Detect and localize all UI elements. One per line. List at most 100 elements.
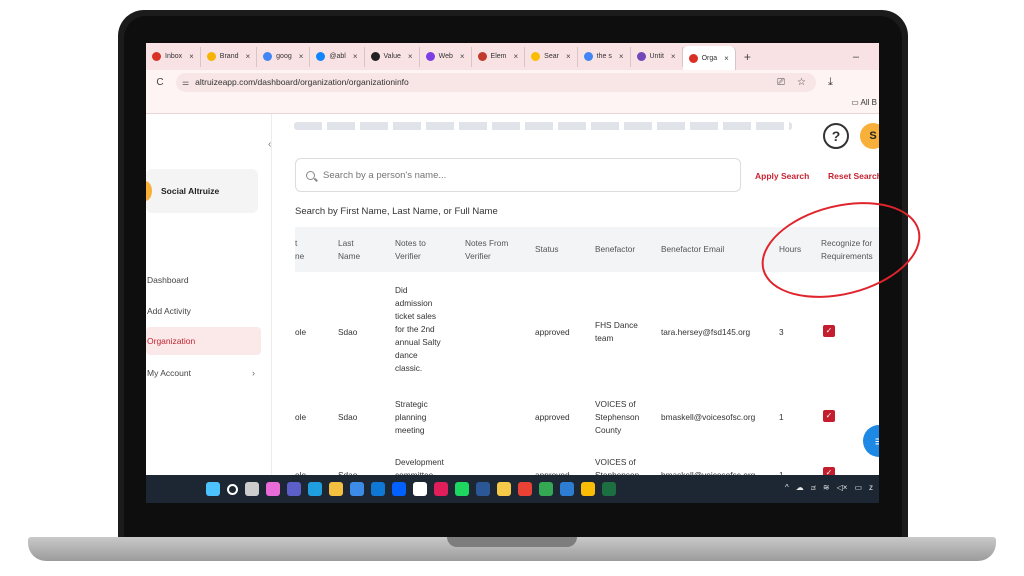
tab-label: Inbox [165,53,183,60]
close-tab-icon[interactable]: × [460,52,465,61]
recognize-checkbox[interactable]: ✓ [823,325,835,337]
search-input[interactable] [323,169,703,181]
taskbar: ^ ☁ ಡ ≋ ◁× ▭ z [146,475,879,503]
form-icon [636,52,646,61]
tray-item[interactable]: ◁× [837,483,848,493]
excel-icon[interactable] [602,482,616,496]
tray-item[interactable]: ^ [785,483,789,493]
menu-fab-button[interactable]: ≡ [863,425,879,457]
org-card[interactable]: Social Altruize [146,169,258,213]
close-tab-icon[interactable]: × [245,52,250,61]
tab-3[interactable]: @abl × [310,46,365,67]
close-tab-icon[interactable]: × [619,52,624,61]
cell-hours: 3 [779,327,784,337]
th-notes-to-verifier: Notes to Verifier [395,237,426,261]
bookmark-star-icon[interactable]: ☆ [797,77,806,88]
tab-label: the s [596,53,612,60]
help-icon[interactable]: ? [823,123,849,149]
close-tab-icon[interactable]: × [566,52,571,61]
tab-1[interactable]: Brand × [201,46,258,67]
cell-last-name: Sdao [338,327,358,337]
google-icon [583,52,593,61]
close-tab-icon[interactable]: × [514,52,519,61]
sticky-icon[interactable] [497,482,511,496]
teams-icon[interactable] [287,482,301,496]
recognize-checkbox[interactable]: ✓ [823,410,835,422]
avatar[interactable]: S [860,123,879,149]
tab-label: Elem [490,53,507,60]
apply-search-button[interactable]: Apply Search [755,171,809,181]
close-tab-icon[interactable]: × [299,52,304,61]
close-tab-icon[interactable]: × [408,52,413,61]
sidebar-item-add-activity[interactable]: Add Activity [146,297,261,325]
tab-8[interactable]: the s × [578,46,631,67]
value-icon [370,52,380,61]
tab-9[interactable]: Untit × [631,46,683,67]
search-box[interactable] [295,158,741,192]
search-icon[interactable] [227,483,238,495]
tab-6[interactable]: Elem × [472,46,526,67]
copilot-icon[interactable] [266,482,280,496]
search-icon [306,170,315,180]
cell-notes-to-verifier: Did admission ticket sales for the 2nd a… [395,285,441,373]
laptop-notch [447,537,577,547]
new-tab-button[interactable]: + [736,50,759,64]
taskview-icon[interactable] [245,482,259,496]
close-tab-icon[interactable]: × [724,54,729,63]
tray-item[interactable]: ▭ [854,483,862,493]
site-info-icon[interactable]: ⚌ [182,78,189,87]
chevron-right-icon: › [252,368,255,378]
download-icon[interactable]: ⤓ [828,76,833,89]
spotify-icon[interactable] [455,482,469,496]
app: ‹ Social Altruize Dashboard Add Activity… [146,114,879,480]
explorer-icon[interactable] [329,482,343,496]
chrome-icon[interactable] [581,482,595,496]
all-bookmarks-button[interactable]: ▭ All B [851,98,877,107]
cast-icon[interactable]: ⎚ [777,77,785,88]
cell-benefactor: FHS Dance team [595,320,638,343]
tab-4[interactable]: Value × [365,46,420,67]
tab-2[interactable]: goog × [257,46,311,67]
edge-icon[interactable] [308,482,322,496]
outlook-icon[interactable] [371,482,385,496]
address-bar[interactable]: ⚌ altruizeapp.com/dashboard/organization… [176,72,816,92]
sidebar-item-dashboard[interactable]: Dashboard [146,266,261,294]
reload-icon[interactable]: C [150,77,170,88]
sidebar-item-organization[interactable]: Organization [146,327,261,355]
tab-10[interactable]: Orga × [682,46,736,70]
reset-search-button[interactable]: Reset Search [828,171,879,181]
close-tab-icon[interactable]: × [189,52,194,61]
chrome-icon[interactable] [539,482,553,496]
tray-item[interactable]: ಡ [811,483,816,493]
tray-item[interactable]: ≋ [823,483,830,493]
th-first-name: t ne [295,237,305,261]
cell-email: bmaskell@voicesofsc.org [661,412,756,422]
collapse-sidebar-icon[interactable]: ‹ [268,139,271,150]
th-benefactor-email: Benefactor Email [661,244,725,254]
tab-0[interactable]: Inbox × [146,46,201,67]
word-icon[interactable] [476,482,490,496]
pin-icon [688,53,698,63]
slack-icon[interactable] [434,482,448,496]
store-icon[interactable] [350,482,364,496]
tab-label: goog [276,53,292,60]
windows-icon[interactable] [206,482,220,496]
tab-5[interactable]: Web × [420,46,472,67]
blurred-description [294,122,792,130]
bookmarks-bar: ▭ All B [146,94,879,114]
cell-status: approved [535,327,570,337]
lightning-icon[interactable] [413,482,427,496]
web-icon [425,52,435,61]
dropbox-icon[interactable] [392,482,406,496]
minimize-button[interactable]: – [853,51,859,63]
close-tab-icon[interactable]: × [353,52,358,61]
tray-item[interactable]: ☁ [796,483,804,493]
chrome-icon[interactable] [518,482,532,496]
tab-7[interactable]: Sear × [525,46,578,67]
cell-last-name: Sdao [338,412,358,422]
gmail-icon [152,52,161,61]
close-tab-icon[interactable]: × [671,52,676,61]
tray-item[interactable]: z [869,483,873,493]
paint-icon[interactable] [560,482,574,496]
sidebar-item-my-account[interactable]: My Account › [146,359,261,387]
